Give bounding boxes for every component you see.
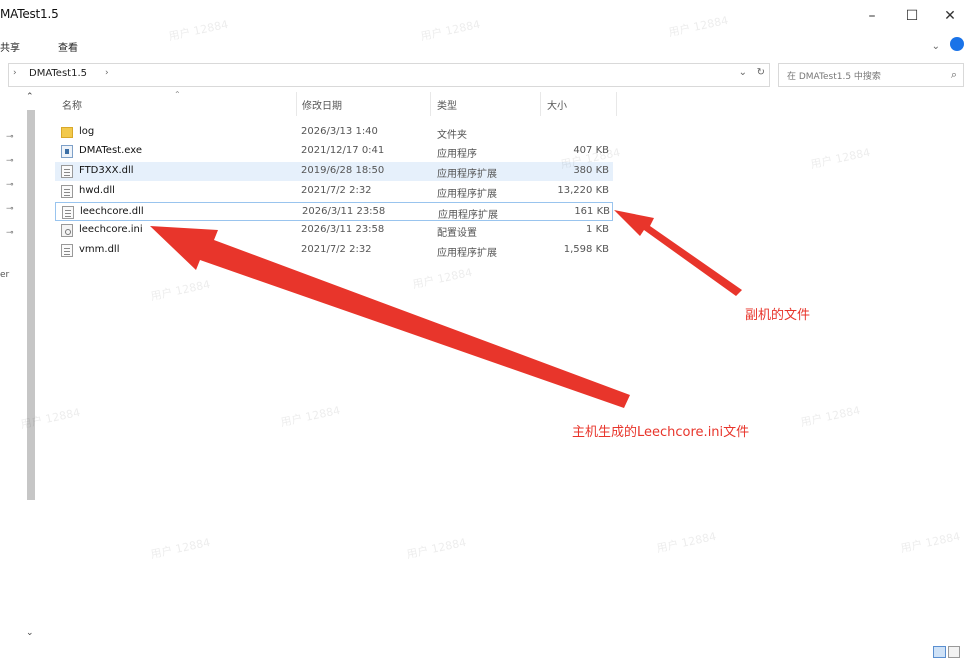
details-view-icon[interactable] (933, 646, 946, 658)
annotation-slave-file: 副机的文件 (745, 308, 811, 323)
annotation-arrows (150, 210, 742, 408)
arrow-to-leechcore-ini (150, 226, 630, 408)
annotation-host-file: 主机生成的Leechcore.ini文件 (572, 425, 750, 440)
arrow-to-leechcore-dll (614, 210, 742, 296)
large-icons-view-icon[interactable] (948, 646, 960, 658)
